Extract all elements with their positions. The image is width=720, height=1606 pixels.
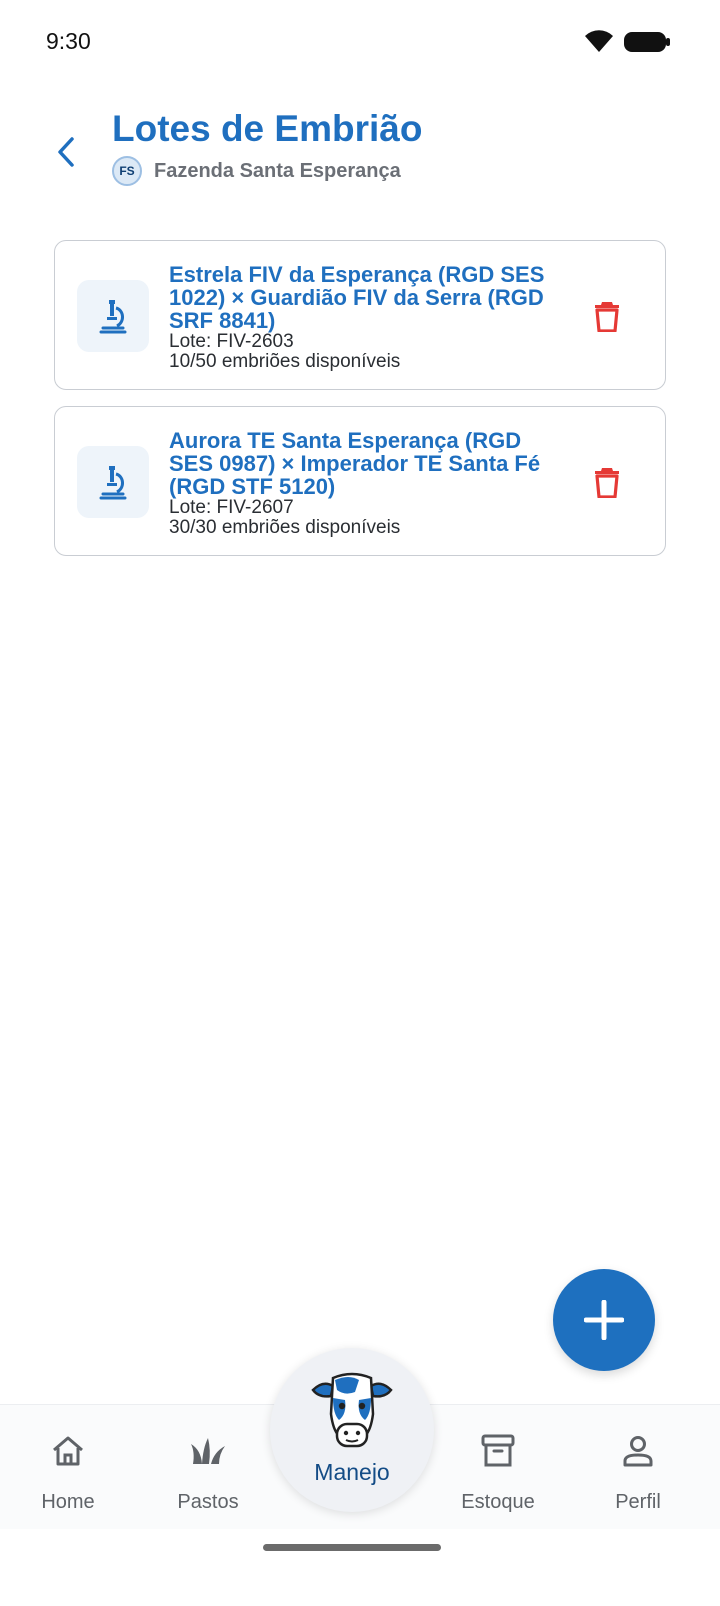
archive-box-icon xyxy=(481,1431,515,1471)
lot-info: Estrela FIV da Esperança (RGD SES 1022) … xyxy=(169,263,569,372)
grass-icon xyxy=(189,1431,227,1471)
back-button[interactable] xyxy=(44,130,88,174)
chevron-left-icon xyxy=(58,137,74,167)
lot-availability: 10/50 embriões disponíveis xyxy=(169,351,401,372)
farm-selector: FS Fazenda Santa Esperança xyxy=(112,156,401,186)
nav-estoque-label: Estoque xyxy=(461,1491,535,1513)
nav-estoque[interactable]: Estoque xyxy=(438,1405,558,1529)
home-indicator[interactable] xyxy=(263,1544,441,1551)
nav-pastos-label: Pastos xyxy=(177,1491,239,1513)
nav-manejo[interactable]: Manejo xyxy=(270,1348,434,1512)
microscope-icon xyxy=(77,446,149,518)
lot-info: Aurora TE Santa Esperança (RGD SES 0987)… xyxy=(169,429,569,538)
farm-name: Fazenda Santa Esperança xyxy=(154,159,401,182)
nav-pastos[interactable]: Pastos xyxy=(148,1405,268,1529)
embryo-lot-card[interactable]: Estrela FIV da Esperança (RGD SES 1022) … xyxy=(54,240,666,390)
nav-perfil[interactable]: Perfil xyxy=(578,1405,698,1529)
embryo-lot-list: Estrela FIV da Esperança (RGD SES 1022) … xyxy=(54,240,666,572)
person-icon xyxy=(622,1431,654,1471)
farm-avatar: FS xyxy=(112,156,142,186)
nav-home-label: Home xyxy=(41,1491,95,1513)
lot-title: Estrela FIV da Esperança (RGD SES 1022) … xyxy=(169,262,545,333)
nav-manejo-label: Manejo xyxy=(314,1459,390,1485)
nav-home[interactable]: Home xyxy=(8,1405,128,1529)
lot-code: Lote: FIV-2607 xyxy=(169,497,294,518)
status-icons xyxy=(584,30,670,59)
plus-icon xyxy=(584,1300,624,1340)
page-title: Lotes de Embrião xyxy=(112,108,423,149)
page-header: Lotes de Embrião FS Fazenda Santa Espera… xyxy=(0,100,720,210)
microscope-icon xyxy=(77,280,149,352)
lot-code: Lote: FIV-2603 xyxy=(169,331,294,352)
delete-lot-button[interactable] xyxy=(585,294,629,338)
delete-lot-button[interactable] xyxy=(585,460,629,504)
status-bar: 9:30 xyxy=(0,0,720,86)
home-icon xyxy=(51,1431,85,1471)
lot-availability: 30/30 embriões disponíveis xyxy=(169,517,401,538)
trash-icon xyxy=(595,302,619,332)
wifi-icon xyxy=(584,30,614,59)
status-time: 9:30 xyxy=(46,28,91,54)
lot-title: Aurora TE Santa Esperança (RGD SES 0987)… xyxy=(169,428,541,499)
embryo-lot-card[interactable]: Aurora TE Santa Esperança (RGD SES 0987)… xyxy=(54,406,666,556)
battery-icon xyxy=(624,30,670,59)
trash-icon xyxy=(595,468,619,498)
cow-icon xyxy=(309,1370,395,1459)
add-lot-button[interactable] xyxy=(553,1269,655,1371)
nav-perfil-label: Perfil xyxy=(615,1491,661,1513)
